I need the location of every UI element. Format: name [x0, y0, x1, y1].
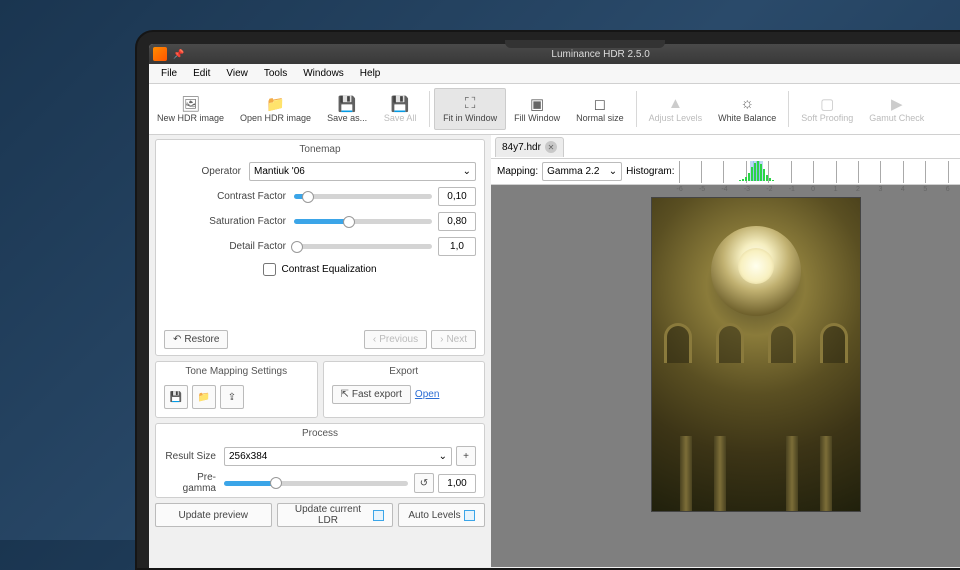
menu-windows[interactable]: Windows [295, 68, 352, 79]
tonemap-panel: Tonemap Operator Mantiuk '06 ⌄ Contrast … [155, 139, 485, 356]
contrast-value[interactable]: 0,10 [438, 187, 476, 206]
operator-label: Operator [164, 166, 249, 177]
process-panel: Process Result Size 256x384 ⌄ + Pre-gamm… [155, 423, 485, 498]
detail-slider[interactable] [294, 244, 432, 249]
result-size-select[interactable]: 256x384 ⌄ [224, 447, 452, 466]
detail-label: Detail Factor [164, 241, 294, 252]
result-size-label: Result Size [164, 451, 224, 462]
file-tab[interactable]: 84y7.hdr ✕ [495, 137, 564, 157]
pin-icon[interactable]: 📌 [173, 49, 184, 60]
hdr-image [651, 197, 861, 512]
fast-export-button[interactable]: ⇱ Fast export [332, 385, 411, 404]
toolbar-gamut-check: ▶Gamut Check [861, 88, 932, 130]
left-panel: Tonemap Operator Mantiuk '06 ⌄ Contrast … [149, 135, 491, 567]
toolbar-soft-proofing: ▢Soft Proofing [793, 88, 861, 130]
export-panel: Export ⇱ Fast export Open [323, 361, 486, 418]
tms-panel: Tone Mapping Settings 💾 📁 ⇪ [155, 361, 318, 418]
saturation-value[interactable]: 0,80 [438, 212, 476, 231]
previous-button[interactable]: ‹ Previous [364, 330, 427, 349]
histogram[interactable]: -6-5-4-3-2-1012345678 [679, 161, 960, 183]
file-tab-label: 84y7.hdr [502, 142, 541, 153]
toolbar-fit-in-window[interactable]: ⛶Fit in Window [434, 88, 506, 130]
menubar: File Edit View Tools Windows Help [149, 64, 960, 84]
process-title: Process [156, 424, 484, 443]
menu-file[interactable]: File [153, 68, 185, 79]
file-tabs: 84y7.hdr ✕ [491, 135, 960, 159]
chevron-down-icon: ⌄ [609, 166, 617, 177]
toolbar-open-hdr-image[interactable]: 📁Open HDR image [232, 88, 319, 130]
next-button[interactable]: › Next [431, 330, 476, 349]
chevron-down-icon: ⌄ [439, 451, 447, 462]
toolbar-normal-size[interactable]: ◻Normal size [568, 88, 632, 130]
toolbar-adjust-levels: ▲Adjust Levels [641, 88, 711, 130]
restore-button[interactable]: ↶ Restore [164, 330, 228, 349]
pregamma-slider[interactable] [224, 481, 408, 486]
histogram-label: Histogram: [626, 166, 674, 177]
toolbar-new-hdr-image[interactable]: 🖼New HDR image [149, 88, 232, 130]
saturation-slider[interactable] [294, 219, 432, 224]
toolbar-save-as-[interactable]: 💾Save as... [319, 88, 375, 130]
menu-help[interactable]: Help [352, 68, 389, 79]
contrast-slider[interactable] [294, 194, 432, 199]
mapping-label: Mapping: [497, 166, 538, 177]
toolbar-white-balance[interactable]: ☼White Balance [710, 88, 784, 130]
notch [505, 40, 665, 48]
detail-value[interactable]: 1,0 [438, 237, 476, 256]
chevron-down-icon: ⌄ [463, 166, 471, 177]
right-area: 84y7.hdr ✕ Mapping: Gamma 2.2 ⌄ Histogra… [491, 135, 960, 567]
menu-view[interactable]: View [218, 68, 256, 79]
content: Tonemap Operator Mantiuk '06 ⌄ Contrast … [149, 135, 960, 567]
auto-levels-button[interactable]: Auto Levels [398, 503, 485, 527]
app-icon [153, 47, 167, 61]
pregamma-reset-button[interactable]: ↺ [414, 473, 434, 493]
window-title: Luminance HDR 2.5.0 [184, 49, 960, 60]
saturation-label: Saturation Factor [164, 216, 294, 227]
add-size-button[interactable]: + [456, 446, 476, 466]
toolbar: 🖼New HDR image📁Open HDR image💾Save as...… [149, 84, 960, 135]
laptop-frame: 📌 Luminance HDR 2.5.0 File Edit View Too… [135, 30, 960, 570]
toolbar-save-all: 💾Save All [375, 88, 425, 130]
tms-export-button[interactable]: ⇪ [220, 385, 244, 409]
image-canvas[interactable] [491, 185, 960, 567]
mapping-select[interactable]: Gamma 2.2 ⌄ [542, 162, 622, 181]
app-window: 📌 Luminance HDR 2.5.0 File Edit View Too… [149, 44, 960, 568]
update-preview-button[interactable]: Update preview [155, 503, 272, 527]
update-ldr-button[interactable]: Update current LDR [277, 503, 394, 527]
mapping-row: Mapping: Gamma 2.2 ⌄ Histogram: -6-5-4-3… [491, 159, 960, 185]
contrast-eq-label: Contrast Equalization [281, 264, 376, 275]
open-link[interactable]: Open [415, 389, 439, 400]
operator-select[interactable]: Mantiuk '06 ⌄ [249, 162, 476, 181]
contrast-eq-checkbox[interactable] [263, 263, 276, 276]
pregamma-value[interactable]: 1,00 [438, 474, 476, 493]
menu-edit[interactable]: Edit [185, 68, 218, 79]
contrast-label: Contrast Factor [164, 191, 294, 202]
tonemap-title: Tonemap [156, 140, 484, 159]
menu-tools[interactable]: Tools [256, 68, 295, 79]
tms-open-button[interactable]: 📁 [192, 385, 216, 409]
pregamma-label: Pre-gamma [164, 472, 224, 494]
tms-title: Tone Mapping Settings [156, 362, 317, 381]
toolbar-fill-window[interactable]: ▣Fill Window [506, 88, 568, 130]
close-icon[interactable]: ✕ [545, 141, 557, 153]
export-title: Export [324, 362, 485, 381]
tms-save-button[interactable]: 💾 [164, 385, 188, 409]
